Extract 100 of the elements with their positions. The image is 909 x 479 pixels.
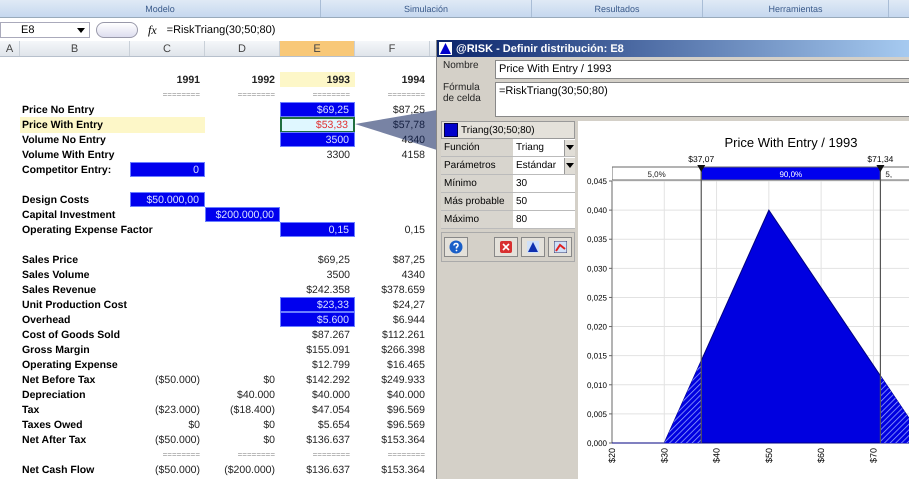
ribbon-group-label[interactable]: Modelo bbox=[0, 0, 321, 17]
column-header[interactable]: C bbox=[130, 41, 205, 56]
table-cell-text: $0 bbox=[262, 372, 276, 387]
formula-field[interactable]: =RiskTriang(30;50;80) bbox=[166, 24, 276, 36]
separator-mark: ======== bbox=[312, 449, 351, 461]
table-cell-text: $249.933 bbox=[380, 372, 426, 387]
column-header[interactable]: A bbox=[0, 41, 20, 56]
table-cell-text: $136.637 bbox=[305, 432, 351, 447]
row-label: Net Cash Flow bbox=[21, 462, 96, 477]
chart-button[interactable] bbox=[548, 237, 572, 257]
separator-mark: ======== bbox=[386, 89, 426, 101]
table-cell: 1993 bbox=[280, 72, 355, 87]
help-button[interactable] bbox=[444, 237, 468, 257]
percentile-label: 5, bbox=[885, 170, 892, 179]
table-cell: $50.000,00 bbox=[130, 192, 205, 207]
ribbon-group-label[interactable]: Herramientas bbox=[703, 0, 889, 17]
table-cell-text: $57,78 bbox=[392, 118, 426, 133]
column-header[interactable]: F bbox=[355, 41, 430, 56]
axis-tick-label: 0,040 bbox=[586, 206, 607, 216]
table-cell-text: 4340 bbox=[400, 132, 426, 147]
table-cell-text: ($50.000) bbox=[154, 432, 201, 447]
table-cell-text: 4158 bbox=[400, 148, 426, 162]
axis-tick-label: $50 bbox=[764, 448, 774, 464]
field-label: Nombre bbox=[443, 60, 480, 73]
parameter-field[interactable]: 30 bbox=[513, 175, 575, 192]
row-label: Volume No Entry bbox=[21, 132, 107, 147]
axis-tick-label: 0,030 bbox=[586, 264, 607, 274]
table-cell-text: ($23.000) bbox=[154, 402, 201, 417]
axis-tick-label: $70 bbox=[868, 448, 878, 464]
table-cell-text: $47.054 bbox=[311, 402, 351, 417]
ribbon-group-label[interactable]: Simulación bbox=[321, 0, 532, 17]
table-cell-text: $96.569 bbox=[386, 418, 426, 432]
row-label: Price No Entry bbox=[21, 102, 96, 117]
dialog-title: @RISK - Definir distribución: E8 bbox=[456, 42, 624, 54]
table-cell-text: ($50.000) bbox=[154, 372, 201, 387]
table-cell: $5.600 bbox=[280, 312, 355, 327]
distribution-button[interactable] bbox=[521, 237, 545, 257]
table-cell-text: ($18.400) bbox=[229, 402, 276, 417]
table-cell: 3500 bbox=[280, 132, 355, 147]
row-label: Volume With Entry bbox=[21, 148, 116, 162]
chart-title: Price With Entry / 1993 bbox=[724, 135, 858, 150]
parameter-field[interactable]: 50 bbox=[513, 193, 575, 210]
field-label: Fórmula de celda bbox=[443, 82, 482, 106]
parameter-dropdown[interactable]: Triang bbox=[513, 139, 575, 156]
table-cell-text: $112.261 bbox=[380, 328, 426, 342]
row-label: Overhead bbox=[21, 312, 72, 327]
percentile-label: 90,0% bbox=[779, 170, 802, 179]
table-cell-text: $266.398 bbox=[380, 342, 426, 357]
row-label: Unit Production Cost bbox=[21, 298, 128, 312]
axis-tick-label: 0,010 bbox=[586, 380, 607, 390]
caret-icon bbox=[77, 28, 85, 32]
expand-handle[interactable] bbox=[96, 22, 138, 38]
distribution-swatch bbox=[444, 123, 458, 137]
table-cell-text: 3500 bbox=[326, 268, 351, 282]
row-label: Taxes Owed bbox=[21, 418, 84, 432]
formula-field[interactable]: =RiskTriang(30;50;80) bbox=[495, 82, 909, 117]
axis-tick-label: 0,015 bbox=[586, 352, 607, 361]
percentile-segment[interactable] bbox=[880, 166, 909, 180]
parameter-label: Función bbox=[441, 139, 513, 156]
table-cell-text: $6.944 bbox=[392, 312, 426, 327]
triangle-icon bbox=[439, 42, 452, 55]
table-cell: $23,33 bbox=[280, 297, 355, 312]
table-cell-text: $12.799 bbox=[311, 358, 351, 372]
table-cell: $200.000,00 bbox=[205, 207, 280, 222]
column-header[interactable]: E bbox=[280, 41, 355, 56]
percentile-marker[interactable] bbox=[876, 165, 884, 443]
row-label: Competitor Entry: bbox=[21, 162, 112, 177]
parameter-dropdown[interactable]: Estándar bbox=[513, 157, 575, 174]
percentile-segment[interactable] bbox=[700, 166, 881, 180]
parameter-field[interactable]: 80 bbox=[513, 211, 575, 228]
percentile-segment[interactable] bbox=[612, 166, 702, 180]
insert-function-button[interactable]: fx bbox=[144, 22, 161, 38]
table-cell-text: $0 bbox=[262, 418, 276, 432]
table-cell-text: $155.091 bbox=[305, 342, 351, 357]
axis-tick-label: $20 bbox=[607, 448, 617, 464]
axis-tick-label: $60 bbox=[816, 448, 826, 464]
table-cell-text: $96.569 bbox=[386, 402, 426, 417]
chart-icon bbox=[554, 241, 566, 253]
table-cell-text: $0 bbox=[187, 418, 201, 432]
name-field[interactable]: Price With Entry / 1993 bbox=[495, 60, 909, 79]
table-cell-text: $0 bbox=[262, 432, 276, 447]
row-label: Net Before Tax bbox=[21, 372, 96, 387]
axis-tick-label: 0,020 bbox=[586, 322, 607, 332]
caret-icon bbox=[566, 163, 574, 168]
axis-tick-label: 0,035 bbox=[586, 235, 607, 244]
percentile-marker[interactable] bbox=[697, 165, 706, 443]
row-label: Operating Expense Factor bbox=[21, 222, 154, 237]
table-cell-text: 1992 bbox=[250, 72, 276, 87]
axis-tick-label: $40 bbox=[712, 448, 722, 464]
table-cell-text: 1991 bbox=[176, 72, 201, 87]
table-cell-text: $40.000 bbox=[311, 388, 351, 402]
ribbon-group-label[interactable]: Resultados bbox=[532, 0, 703, 17]
axis-tick-label: 0,025 bbox=[586, 293, 607, 302]
name-box[interactable]: E8 bbox=[0, 22, 90, 38]
delete-button[interactable] bbox=[494, 237, 518, 257]
table-cell-text: $16.465 bbox=[386, 358, 426, 372]
table-cell: $69,25 bbox=[280, 102, 355, 117]
axis-tick-label: 0,005 bbox=[586, 410, 607, 419]
column-header[interactable]: B bbox=[20, 41, 130, 56]
table-cell: 0 bbox=[130, 162, 205, 177]
